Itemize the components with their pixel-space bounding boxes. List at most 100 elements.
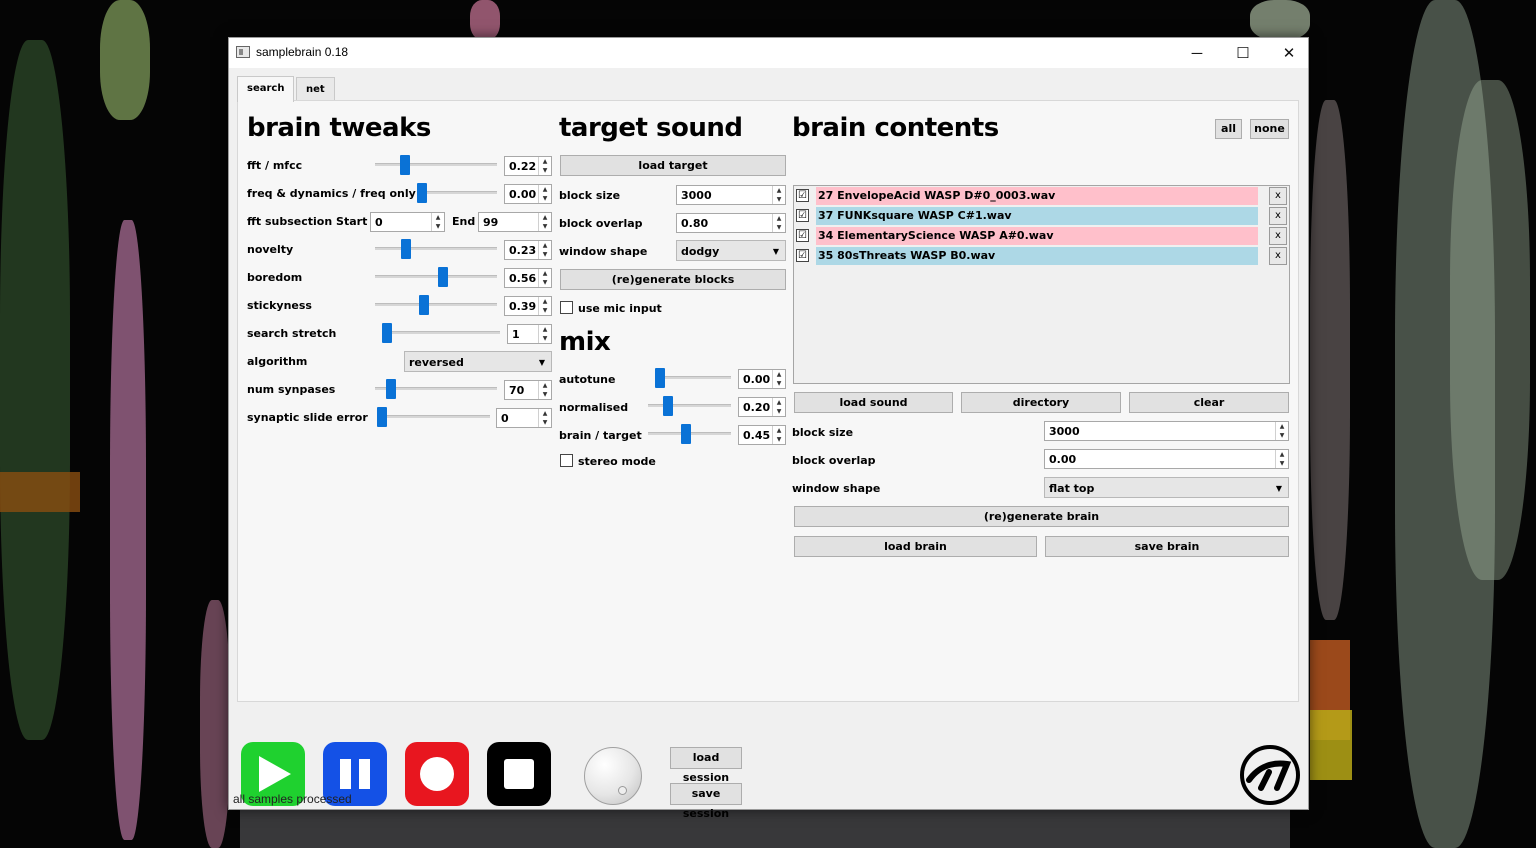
spin-arrows-icon[interactable]: ▲ ▼: [538, 213, 551, 231]
boredom-slider[interactable]: [375, 267, 497, 287]
fft-start-spinbox[interactable]: 0 ▲ ▼: [370, 212, 445, 232]
search-stretch-spinbox[interactable]: 1 ▲ ▼: [507, 324, 552, 344]
spin-arrows-icon[interactable]: ▲ ▼: [772, 398, 785, 416]
brain-target-slider[interactable]: [648, 424, 731, 444]
brain-window-shape-select[interactable]: flat top ▼: [1044, 477, 1289, 498]
spin-arrows-icon[interactable]: ▲ ▼: [538, 157, 551, 175]
novelty-spinbox[interactable]: 0.23 ▲ ▼: [504, 240, 552, 260]
target-block-size-spinbox[interactable]: 3000 ▲ ▼: [676, 185, 786, 205]
spin-value: 70: [509, 384, 525, 397]
fft-mfcc-slider[interactable]: [375, 155, 497, 175]
synaptic-slide-error-slider[interactable]: [377, 407, 490, 427]
slider-handle[interactable]: [662, 396, 673, 416]
sample-name[interactable]: 27 EnvelopeAcid WASP D#0_0003.wav: [816, 187, 1258, 205]
spin-arrows-icon[interactable]: ▲ ▼: [538, 325, 551, 343]
directory-button[interactable]: directory: [961, 392, 1121, 413]
brain-sample-list[interactable]: ☑ 27 EnvelopeAcid WASP D#0_0003.wav x ☑ …: [793, 185, 1290, 384]
tab-net[interactable]: net: [296, 77, 335, 101]
load-sound-button[interactable]: load sound: [794, 392, 953, 413]
normalised-spinbox[interactable]: 0.20 ▲ ▼: [738, 397, 786, 417]
brain-contents-heading: brain contents: [792, 113, 999, 143]
search-stretch-slider[interactable]: [382, 323, 500, 343]
sample-name[interactable]: 34 ElementaryScience WASP A#0.wav: [816, 227, 1258, 245]
remove-sample-button[interactable]: x: [1269, 207, 1287, 225]
sample-checkbox[interactable]: ☑: [796, 249, 809, 262]
fft-mfcc-spinbox[interactable]: 0.22 ▲ ▼: [504, 156, 552, 176]
spin-arrows-icon[interactable]: ▲ ▼: [772, 186, 785, 204]
slider-handle[interactable]: [680, 424, 691, 444]
remove-sample-button[interactable]: x: [1269, 227, 1287, 245]
select-none-button[interactable]: none: [1250, 119, 1289, 139]
stop-button[interactable]: [487, 742, 551, 806]
aphex-logo-icon: [1239, 744, 1301, 806]
sample-checkbox[interactable]: ☑: [796, 189, 809, 202]
spin-arrows-icon[interactable]: ▲ ▼: [772, 370, 785, 388]
synaptic-slide-error-label: synaptic slide error: [247, 411, 368, 424]
autotune-spinbox[interactable]: 0.00 ▲ ▼: [738, 369, 786, 389]
boredom-spinbox[interactable]: 0.56 ▲ ▼: [504, 268, 552, 288]
target-block-overlap-spinbox[interactable]: 0.80 ▲ ▼: [676, 213, 786, 233]
spin-arrows-icon[interactable]: ▲ ▼: [1275, 422, 1288, 440]
slider-handle[interactable]: [386, 379, 397, 399]
regenerate-blocks-button[interactable]: (re)generate blocks: [560, 269, 786, 290]
stop-icon: [504, 759, 534, 789]
slider-handle[interactable]: [399, 155, 410, 175]
num-synapses-spinbox[interactable]: 70 ▲ ▼: [504, 380, 552, 400]
sample-checkbox[interactable]: ☑: [796, 209, 809, 222]
normalised-slider[interactable]: [648, 396, 731, 416]
load-session-button[interactable]: load session: [670, 747, 742, 784]
freq-dynamics-slider[interactable]: [417, 183, 497, 203]
clear-button[interactable]: clear: [1129, 392, 1289, 413]
freq-dynamics-spinbox[interactable]: 0.00 ▲ ▼: [504, 184, 552, 204]
close-button[interactable]: ✕: [1266, 38, 1312, 68]
brain-block-size-spinbox[interactable]: 3000 ▲ ▼: [1044, 421, 1289, 441]
minimize-button[interactable]: ─: [1174, 38, 1220, 68]
stickyness-slider[interactable]: [375, 295, 497, 315]
stereo-mode-checkbox[interactable]: [560, 454, 573, 467]
remove-sample-button[interactable]: x: [1269, 247, 1287, 265]
spin-arrows-icon[interactable]: ▲ ▼: [538, 185, 551, 203]
slider-handle[interactable]: [418, 295, 429, 315]
spin-arrows-icon[interactable]: ▲ ▼: [538, 409, 551, 427]
record-button[interactable]: [405, 742, 469, 806]
target-window-shape-select[interactable]: dodgy ▼: [676, 240, 786, 261]
spin-arrows-icon[interactable]: ▲ ▼: [538, 297, 551, 315]
remove-sample-button[interactable]: x: [1269, 187, 1287, 205]
sample-name[interactable]: 35 80sThreats WASP B0.wav: [816, 247, 1258, 265]
spin-arrows-icon[interactable]: ▲ ▼: [538, 269, 551, 287]
spin-arrows-icon[interactable]: ▲ ▼: [538, 381, 551, 399]
slider-handle[interactable]: [400, 239, 411, 259]
slider-handle[interactable]: [417, 183, 427, 203]
volume-dial[interactable]: [584, 747, 642, 805]
slider-handle[interactable]: [382, 323, 392, 343]
stickyness-spinbox[interactable]: 0.39 ▲ ▼: [504, 296, 552, 316]
spin-arrows-icon[interactable]: ▲ ▼: [1275, 450, 1288, 468]
synaptic-slide-error-spinbox[interactable]: 0 ▲ ▼: [496, 408, 552, 428]
slider-handle[interactable]: [437, 267, 448, 287]
spin-arrows-icon[interactable]: ▲ ▼: [431, 213, 444, 231]
select-all-button[interactable]: all: [1215, 119, 1242, 139]
regenerate-brain-button[interactable]: (re)generate brain: [794, 506, 1289, 527]
autotune-slider[interactable]: [655, 368, 731, 388]
brain-target-spinbox[interactable]: 0.45 ▲ ▼: [738, 425, 786, 445]
tab-search[interactable]: search: [237, 76, 295, 102]
sample-checkbox[interactable]: ☑: [796, 229, 809, 242]
novelty-slider[interactable]: [375, 239, 497, 259]
slider-handle[interactable]: [377, 407, 387, 427]
spin-arrows-icon[interactable]: ▲ ▼: [538, 241, 551, 259]
load-target-button[interactable]: load target: [560, 155, 786, 176]
save-session-button[interactable]: save session: [670, 783, 742, 820]
load-brain-button[interactable]: load brain: [794, 536, 1037, 557]
fft-end-spinbox[interactable]: 99 ▲ ▼: [478, 212, 552, 232]
spin-arrows-icon[interactable]: ▲ ▼: [772, 214, 785, 232]
maximize-button[interactable]: ☐: [1220, 38, 1266, 68]
algorithm-select[interactable]: reversed ▼: [404, 351, 552, 372]
use-mic-input-checkbox[interactable]: [560, 301, 573, 314]
save-brain-button[interactable]: save brain: [1045, 536, 1289, 557]
spin-arrows-icon[interactable]: ▲ ▼: [772, 426, 785, 444]
brain-block-overlap-spinbox[interactable]: 0.00 ▲ ▼: [1044, 449, 1289, 469]
slider-handle[interactable]: [655, 368, 665, 388]
minimize-icon: ─: [1191, 44, 1203, 62]
sample-name[interactable]: 37 FUNKsquare WASP C#1.wav: [816, 207, 1258, 225]
num-synapses-slider[interactable]: [375, 379, 497, 399]
